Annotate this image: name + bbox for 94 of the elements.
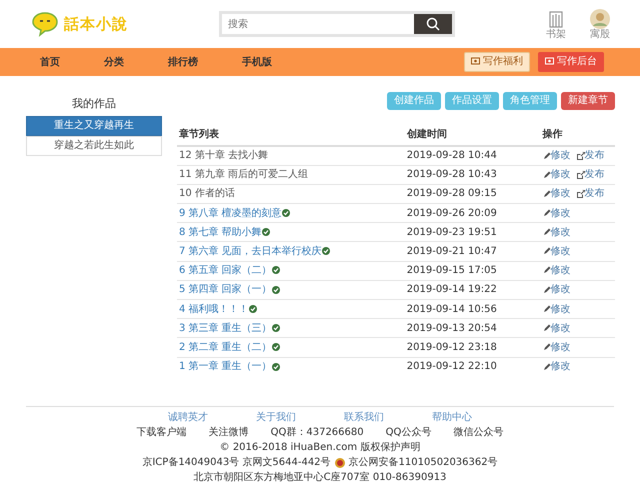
time-cell: 2019-09-12 23:18 [404,338,541,358]
publish-link[interactable]: 发布 [576,169,605,180]
external-link-icon [576,152,585,160]
edit-link[interactable]: 修改 [542,188,571,200]
footer-info: 下载客户端 [136,427,187,438]
edit-link[interactable]: 修改 [542,361,571,372]
external-link-icon [576,170,585,179]
police-record-text: 京公网安备11010502036362号 [348,456,498,470]
time-cell: 2019-09-28 09:15 [404,184,541,204]
work-item[interactable]: 重生之又穿越再生 [26,116,162,136]
chapter-title[interactable]: 2 第二章 重生（二） [179,342,272,353]
work-item[interactable]: 穿越之若此生如此 [26,136,162,156]
nav-link[interactable]: 首页 [40,56,60,68]
time-cell: 2019-09-13 20:54 [404,318,541,338]
pencil-icon [542,228,551,236]
external-link-icon [576,190,585,198]
pencil-icon [542,304,551,313]
time-cell: 2019-09-23 19:51 [404,222,541,242]
time-cell: 2019-09-12 22:10 [404,357,541,376]
publish-link[interactable]: 发布 [576,150,605,162]
nav-link[interactable]: 手机版 [242,56,272,68]
pencil-icon [542,266,551,274]
column-header: 章节列表 [177,124,405,146]
pencil-icon [542,190,551,198]
sidebar-title: 我的作品 [71,96,117,112]
column-header: 创建时间 [404,124,541,146]
chapter-title[interactable]: 6 第五章 回家（二） [179,265,272,276]
chapter-title[interactable]: 12 第十章 去找小舞 [179,150,268,162]
column-header: 操作 [540,124,615,146]
check-icon [272,266,280,274]
check-icon [322,247,330,256]
check-icon [272,343,280,352]
pencil-icon [542,343,551,352]
time-cell: 2019-09-26 20:09 [404,204,541,223]
chapter-title[interactable]: 4 福利哦！！！ [179,304,249,315]
check-icon [272,362,280,371]
toolbar-button[interactable]: 新建章节 [561,92,615,110]
footer-info: 微信公众号 [453,427,504,438]
chapter-title[interactable]: 3 第三章 重生（三） [179,322,272,334]
shortcut-link[interactable]: 书架 [546,8,566,40]
edit-link[interactable]: 修改 [542,150,571,162]
edit-link[interactable]: 修改 [542,304,571,315]
footer-info: QQ群：437266680 [270,427,364,438]
shortcut-link[interactable]: 寓殷 [590,8,610,40]
welfare-button[interactable]: 写作福利 [464,52,530,72]
check-icon [272,324,280,332]
chapter-title[interactable]: 9 第八章 檀凌墨的刻意 [179,208,282,219]
license-text: 京ICP备14049043号 京网文5644-442号 [142,456,331,470]
pencil-icon [542,247,551,256]
edit-link[interactable]: 修改 [542,322,571,334]
nav-link[interactable]: 分类 [104,56,124,68]
edit-link[interactable]: 修改 [542,284,571,296]
edit-link[interactable]: 修改 [542,342,571,353]
check-icon [262,228,270,236]
footer-info: QQ公众号 [386,427,432,438]
footer-link[interactable]: 诚聘英才 [168,412,208,424]
edit-link[interactable]: 修改 [542,208,571,219]
time-cell: 2019-09-14 10:56 [404,300,541,319]
chapter-title[interactable]: 7 第六章 见面，去日本举行校庆 [179,246,322,258]
check-icon [282,208,290,217]
pencil-icon [542,362,551,371]
nav-link[interactable]: 排行榜 [168,56,198,68]
footer-link[interactable]: 联系我们 [344,412,384,424]
footer-link[interactable]: 帮助中心 [432,412,472,424]
time-cell: 2019-09-21 10:47 [404,242,541,262]
chapter-title[interactable]: 11 第九章 雨后的可爱二人组 [179,169,308,180]
backend-button[interactable]: 写作后台 [538,52,604,72]
check-icon [248,304,257,313]
chapter-title[interactable]: 5 第四章 回家（一） [179,284,272,296]
check-icon [272,286,280,294]
emblem-icon [334,458,345,468]
edit-link[interactable]: 修改 [542,246,571,258]
edit-link[interactable]: 修改 [542,265,571,276]
pencil-icon [542,208,551,217]
edit-link[interactable]: 修改 [542,169,571,180]
footer-link[interactable]: 关于我们 [256,412,296,424]
time-cell: 2019-09-14 19:22 [404,280,541,300]
chapter-title[interactable]: 1 第一章 重生（一） [179,361,272,372]
footer-info: 关注微博 [208,427,249,438]
ticket-icon [471,57,480,66]
pencil-icon [542,324,551,332]
pencil-icon [542,170,551,179]
pencil-icon [542,152,551,160]
publish-link[interactable]: 发布 [576,188,605,200]
edit-link[interactable]: 修改 [542,226,571,238]
address-text: 北京市朝阳区东方梅地亚中心C座707室 010-86390913 [194,472,446,484]
avatar-icon [590,8,610,28]
time-cell: 2019-09-28 10:44 [404,146,541,166]
time-cell: 2019-09-28 10:43 [404,165,541,184]
time-cell: 2019-09-15 17:05 [404,261,541,280]
chapter-title[interactable]: 10 作者的话 [179,188,235,200]
chapter-title[interactable]: 8 第七章 帮助小舞 [179,226,262,238]
copyright-text: © 2016-2018 iHuaBen.com 版权保护声明 [220,442,420,454]
pencil-icon [542,286,551,294]
